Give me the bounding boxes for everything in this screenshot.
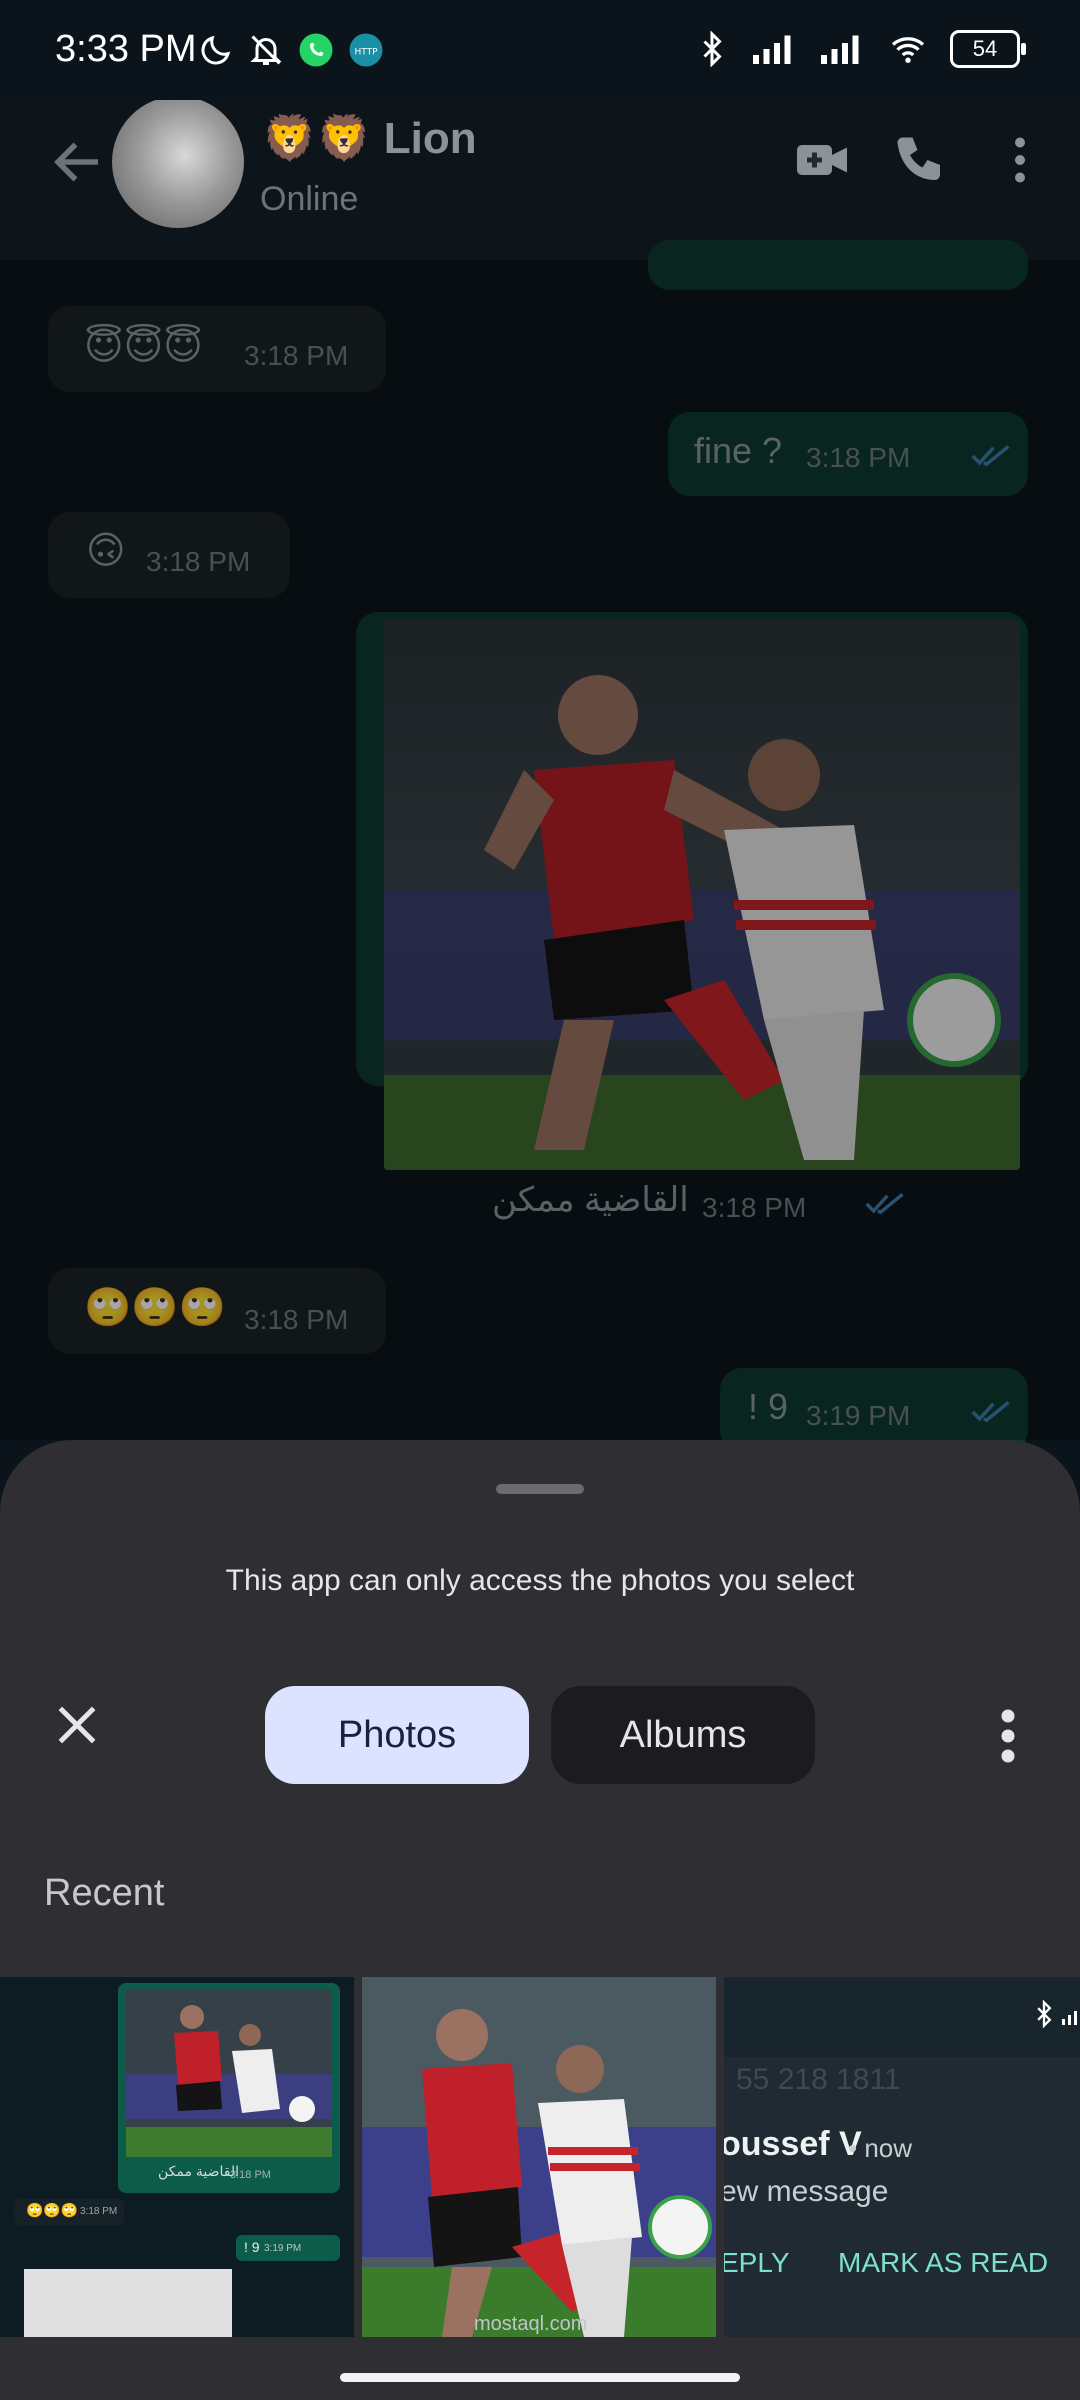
thumbnail-time: 3:19 PM xyxy=(264,2243,302,2254)
message-bubble-incoming[interactable]: 🙃 3:18 PM xyxy=(48,512,290,598)
whatsapp-icon xyxy=(299,33,333,67)
read-ticks-icon xyxy=(865,1193,904,1215)
chat-header: 🦁🦁 Lion Online xyxy=(0,96,1080,260)
signal-icon xyxy=(1062,2011,1077,2025)
status-time: 3:33 PM xyxy=(55,28,197,70)
svg-text:HTTP: HTTP xyxy=(354,48,378,58)
wifi-icon xyxy=(891,37,925,63)
photo-thumbnail[interactable]: القاضية ممكن 3:18 PM 🙄🙄🙄 3:18 PM ! 9 3:1… xyxy=(0,1977,354,2337)
moon-icon xyxy=(201,35,231,65)
chat-area[interactable]: 😇😇😇 3:18 PM fine ? 3:18 PM 🙃 3:18 PM الق… xyxy=(0,240,1080,1452)
notification-number: 55 218 1811 xyxy=(736,2063,901,2096)
message-text: 😇😇😇 xyxy=(84,326,203,368)
photo-grid: القاضية ممكن 3:18 PM 🙄🙄🙄 3:18 PM ! 9 3:1… xyxy=(0,1977,1080,2337)
more-vert-icon[interactable] xyxy=(990,130,1050,190)
bluetooth-icon xyxy=(703,31,722,67)
thumbnail-image xyxy=(126,1989,332,2157)
thumbnail-time: 3:18 PM xyxy=(80,2206,118,2217)
message-time: 3:18 PM xyxy=(806,442,911,473)
tab-albums[interactable]: Albums xyxy=(551,1686,815,1784)
notification-sender: oussef V xyxy=(724,2125,862,2163)
message-text: 🙄🙄🙄 xyxy=(84,1287,226,1329)
message-time: 3:19 PM xyxy=(806,1400,911,1431)
message-bubble-incoming[interactable]: 😇😇😇 3:18 PM xyxy=(48,306,386,392)
mark-as-read-action: MARK AS READ xyxy=(838,2247,1049,2278)
message-time: 3:18 PM xyxy=(702,1192,807,1223)
photo-thumbnail[interactable]: mostaql.com xyxy=(362,1977,716,2337)
back-arrow-icon[interactable] xyxy=(48,132,108,192)
thumbnail-image xyxy=(362,1977,716,2337)
bell-off-icon xyxy=(250,35,282,65)
reply-action: EPLY xyxy=(724,2247,790,2278)
http-app-icon: HTTP xyxy=(349,33,383,67)
message-bubble-outgoing[interactable]: fine ? 3:18 PM xyxy=(668,412,1028,496)
message-text: fine ? xyxy=(694,430,783,471)
avatar[interactable] xyxy=(112,96,244,228)
drag-handle[interactable] xyxy=(496,1484,584,1494)
message-bubble-incoming[interactable]: 🙄🙄🙄 3:18 PM xyxy=(48,1268,386,1354)
video-call-icon[interactable] xyxy=(792,130,852,190)
read-ticks-icon xyxy=(971,1401,1010,1423)
photo-picker-sheet: This app can only access the photos you … xyxy=(0,1440,1080,2400)
message-text: 🙃 xyxy=(86,530,126,572)
thumbnail-emoji: 🙄🙄🙄 xyxy=(26,2202,79,2218)
status-left-icons: HTTP xyxy=(198,32,384,68)
tab-photos[interactable]: Photos xyxy=(265,1686,529,1784)
message-time: 3:18 PM xyxy=(244,340,349,371)
section-title: Recent xyxy=(44,1872,165,1914)
thumbnail-time: 3:18 PM xyxy=(230,2169,271,2181)
image-message-bubble[interactable]: القاضية ممكن 3:18 PM xyxy=(356,612,1028,1223)
notification-preview: ew message xyxy=(724,2175,889,2208)
contact-status: Online xyxy=(260,180,359,218)
status-bar: 3:33 PM HTTP 54 xyxy=(0,0,1080,100)
thumbnail-avatar-image xyxy=(24,2269,232,2337)
home-indicator[interactable] xyxy=(340,2373,740,2382)
more-vert-icon[interactable] xyxy=(990,1706,1026,1766)
phone-icon[interactable] xyxy=(890,130,950,190)
access-notice: This app can only access the photos you … xyxy=(225,1564,855,1597)
read-ticks-icon xyxy=(971,445,1010,467)
signal-icon xyxy=(753,35,791,64)
bluetooth-icon xyxy=(1037,1999,1052,2029)
watermark-text: mostaql.com xyxy=(474,2313,588,2335)
status-right-icons: 54 xyxy=(694,30,1026,68)
thumbnail-text: ! 9 xyxy=(244,2239,260,2255)
close-icon[interactable] xyxy=(52,1700,102,1750)
notification-time: • now xyxy=(848,2133,913,2163)
thumbnail-caption: القاضية ممكن xyxy=(158,2163,239,2179)
image-caption: القاضية ممكن xyxy=(492,1181,689,1219)
signal-icon xyxy=(821,35,859,64)
contact-name[interactable]: 🦁🦁 Lion xyxy=(262,112,477,164)
message-text: ! 9 xyxy=(748,1386,789,1427)
message-time: 3:18 PM xyxy=(244,1304,349,1335)
photo-thumbnail[interactable]: 55 218 1811 oussef V • now ew message EP… xyxy=(724,1977,1080,2337)
message-time: 3:18 PM xyxy=(146,546,251,577)
battery-indicator: 54 xyxy=(950,30,1026,68)
